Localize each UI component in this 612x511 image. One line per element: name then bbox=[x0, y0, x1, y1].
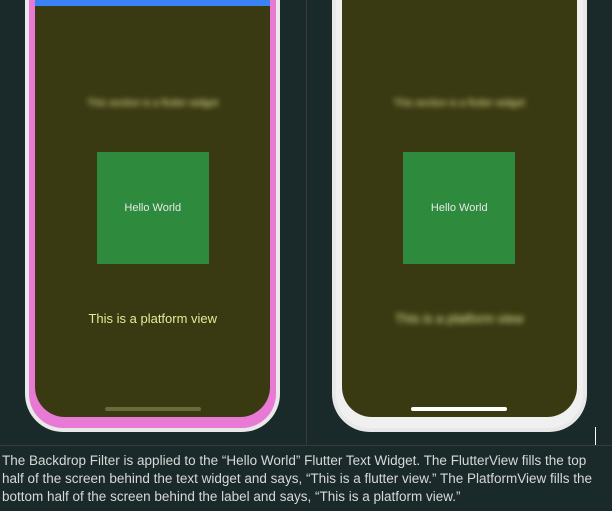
phone-screen: This section is a flutter widget Hello W… bbox=[35, 0, 270, 417]
hello-world-widget: Hello World bbox=[97, 152, 209, 264]
phone-mockup-left: This section is a flutter widget Hello W… bbox=[25, 0, 280, 432]
flutter-view-label: This section is a flutter widget bbox=[342, 98, 577, 109]
comparison-row: This section is a flutter widget Hello W… bbox=[0, 0, 612, 446]
status-bar bbox=[35, 0, 270, 6]
comparison-cell-right: This section is a flutter widget Hello W… bbox=[307, 0, 612, 446]
phone-screen: This section is a flutter widget Hello W… bbox=[342, 0, 577, 417]
platform-view-label: This is a platform view bbox=[342, 311, 577, 326]
platform-view-label: This is a platform view bbox=[35, 311, 270, 326]
phone-mockup-right: This section is a flutter widget Hello W… bbox=[332, 0, 587, 432]
flutter-view-label: This section is a flutter widget bbox=[35, 98, 270, 109]
hello-world-text: Hello World bbox=[124, 202, 181, 214]
text-cursor-icon bbox=[595, 427, 596, 445]
hello-world-text: Hello World bbox=[431, 202, 488, 214]
comparison-cell-left: This section is a flutter widget Hello W… bbox=[0, 0, 307, 446]
home-indicator-icon bbox=[105, 407, 201, 411]
home-indicator-icon bbox=[411, 407, 507, 411]
hello-world-widget: Hello World bbox=[403, 152, 515, 264]
